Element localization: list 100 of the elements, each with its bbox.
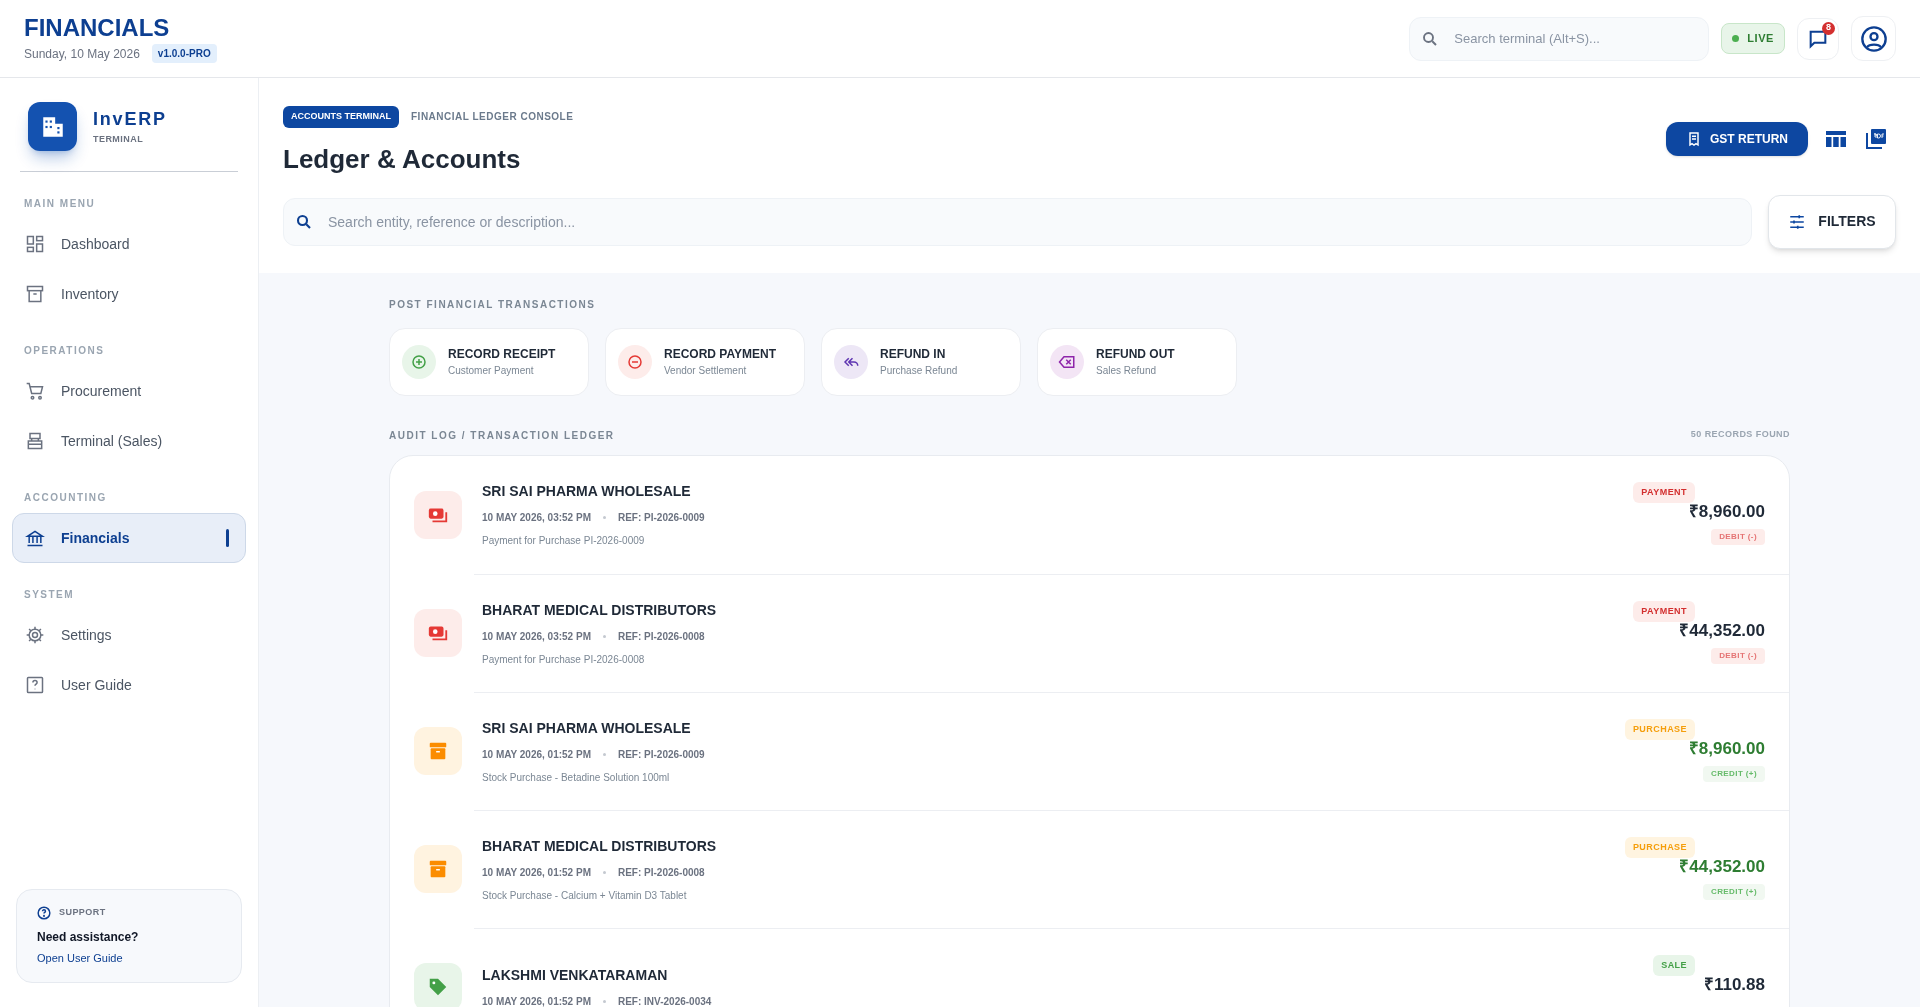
action-title: RECORD RECEIPT [448, 346, 556, 363]
sliders-icon [1788, 212, 1807, 231]
action-subtitle: Vendor Settlement [664, 364, 748, 378]
user-guide-link[interactable]: Open User Guide [37, 949, 221, 966]
transaction-description: Stock Purchase - Betadine Solution 100ml [482, 770, 671, 785]
register-icon [25, 431, 45, 451]
transaction-time: 10 MAY 2026, 03:52 PM [482, 511, 591, 525]
action-card[interactable]: REFUND OUT Sales Refund [1037, 327, 1237, 396]
date-text: Sunday, 10 May 2026 [24, 45, 140, 63]
section-heading: POST FINANCIAL TRANSACTIONS [389, 297, 597, 312]
app-title: FINANCIALS [24, 14, 171, 42]
cash-icon [414, 609, 462, 657]
archive-icon [414, 727, 462, 775]
entity-name: LAKSHMI VENKATARAMAN [482, 966, 669, 985]
bank-icon [25, 528, 45, 548]
section-badge: ACCOUNTS TERMINAL [283, 106, 399, 128]
transaction-time: 10 MAY 2026, 01:52 PM [482, 865, 591, 880]
transaction-time: 10 MAY 2026, 01:52 PM [482, 747, 591, 762]
pdf-export-button[interactable] [1864, 127, 1888, 151]
messages-button[interactable]: 8 [1797, 17, 1839, 60]
brand-name: InvERP [93, 108, 167, 132]
type-badge: SALE [1653, 954, 1695, 976]
breadcrumb-text: FINANCIAL LEDGER CONSOLE [411, 110, 574, 125]
action-title: RECORD PAYMENT [664, 346, 776, 363]
active-indicator [226, 529, 229, 547]
help-icon [37, 905, 51, 920]
reference-text: REF: INV-2026-0034 [617, 995, 712, 1007]
reference-text: REF: PI-2026-0009 [617, 747, 705, 762]
action-subtitle: Customer Payment [448, 364, 535, 378]
dashboard-icon [25, 234, 45, 254]
ledger-search-field[interactable]: Search entity, reference or description... [283, 197, 1752, 246]
pdf-file-icon [1865, 128, 1887, 150]
section-heading: AUDIT LOG / TRANSACTION LEDGER [389, 428, 615, 443]
entity-name: SRI SAI PHARMA WHOLESALE [482, 482, 692, 501]
nav-item[interactable]: Terminal (Sales) [12, 416, 246, 466]
type-badge: PAYMENT [1633, 481, 1695, 503]
direction-badge: CREDIT (+) [1703, 883, 1765, 900]
help-icon [25, 675, 45, 695]
archive-icon [414, 845, 462, 893]
direction-badge: DEBIT (-) [1711, 528, 1765, 545]
action-title: REFUND OUT [1096, 346, 1175, 363]
gear-icon [25, 625, 45, 645]
type-badge: PURCHASE [1624, 836, 1695, 858]
reference-text: REF: PI-2026-0009 [617, 511, 705, 525]
amount-text: ₹44,352.00 [1679, 856, 1765, 878]
section-label: OPERATIONS [23, 344, 106, 358]
table-icon [1825, 129, 1847, 149]
transaction-description: Payment for Purchase PI-2026-0008 [482, 652, 646, 667]
archive-icon [25, 284, 45, 304]
receipt-icon [1686, 131, 1702, 147]
type-badge: PAYMENT [1633, 600, 1695, 622]
nav-item[interactable]: Settings [12, 610, 246, 660]
search-icon [295, 212, 313, 231]
amount-text: ₹8,960.00 [1688, 501, 1765, 523]
action-subtitle: Purchase Refund [880, 364, 958, 378]
transaction-time: 10 MAY 2026, 03:52 PM [482, 629, 591, 644]
transaction-description: Stock Purchase - Calcium + Vitamin D3 Tablet [482, 888, 688, 903]
action-card[interactable]: RECORD PAYMENT Vendor Settlement [605, 327, 805, 396]
action-card[interactable]: RECORD RECEIPT Customer Payment [389, 327, 589, 396]
entity-name: BHARAT MEDICAL DISTRIBUTORS [482, 836, 718, 856]
filters-button[interactable]: FILTERS [1768, 194, 1896, 249]
type-badge: PURCHASE [1624, 718, 1695, 740]
amount-text: ₹110.88 [1703, 974, 1765, 996]
cart-icon [25, 381, 45, 401]
action-subtitle: Sales Refund [1096, 364, 1158, 378]
live-status: LIVE [1721, 23, 1785, 54]
direction-badge: DEBIT (-) [1711, 647, 1765, 664]
entity-name: BHARAT MEDICAL DISTRIBUTORS [482, 600, 718, 620]
page-title: Ledger & Accounts [283, 142, 522, 176]
nav-item[interactable]: User Guide [12, 660, 246, 710]
action-card[interactable]: REFUND IN Purchase Refund [821, 327, 1021, 396]
amount-text: ₹44,352.00 [1679, 620, 1765, 642]
user-icon [1859, 24, 1888, 53]
transaction-description: Payment for Purchase PI-2026-0009 [482, 534, 646, 548]
reference-text: REF: PI-2026-0008 [617, 629, 705, 644]
record-count: 50 RECORDS FOUND [1690, 428, 1790, 442]
backspace-icon [1050, 344, 1084, 379]
transaction-time: 10 MAY 2026, 01:52 PM [482, 995, 591, 1007]
section-label: SYSTEM [23, 588, 76, 602]
search-field[interactable]: Search terminal (Alt+S)... [1409, 16, 1710, 61]
reply-all-icon [834, 344, 868, 379]
profile-button[interactable] [1851, 16, 1896, 61]
support-label: SUPPORT [59, 905, 106, 919]
version-badge: v1.0.0-PRO [151, 44, 217, 63]
entity-name: SRI SAI PHARMA WHOLESALE [482, 718, 692, 738]
support-text: Need assistance? [37, 928, 140, 946]
nav-item[interactable]: Procurement [12, 366, 246, 416]
nav-item[interactable]: Financials [12, 513, 246, 563]
notification-badge: 8 [1822, 21, 1835, 35]
nav-item[interactable]: Inventory [12, 269, 246, 319]
cash-icon [414, 490, 462, 539]
amount-text: ₹8,960.00 [1688, 738, 1765, 760]
gst-return-button[interactable]: GST RETURN [1666, 122, 1808, 156]
section-label: MAIN MENU [23, 197, 97, 211]
action-title: REFUND IN [880, 346, 947, 363]
direction-badge: CREDIT (+) [1703, 765, 1765, 782]
section-label: ACCOUNTING [23, 491, 108, 505]
reference-text: REF: PI-2026-0008 [617, 865, 705, 880]
brand-subtitle: TERMINAL [93, 133, 145, 147]
nav-item[interactable]: Dashboard [12, 219, 246, 269]
